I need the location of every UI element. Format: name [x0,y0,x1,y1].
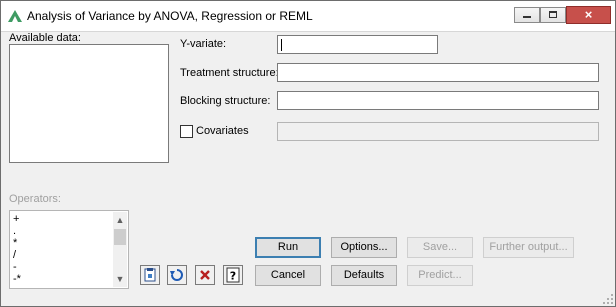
maximize-icon [549,11,557,18]
covariates-checkbox[interactable] [180,125,193,138]
scroll-down-icon[interactable]: ▼ [113,272,127,286]
help-icon: ? [226,267,240,283]
y-variate-label: Y-variate: [180,38,227,50]
svg-text:?: ? [230,270,236,283]
y-variate-input[interactable] [277,35,438,54]
undo-icon [170,269,183,281]
operator-item[interactable]: * [13,237,17,249]
treatment-structure-label: Treatment structure: [180,67,279,79]
covariates-input [277,122,599,141]
run-button[interactable]: Run [255,237,321,258]
blocking-structure-input[interactable] [277,91,599,110]
title-bar: Analysis of Variance by ANOVA, Regressio… [1,1,615,32]
clipboard-icon [144,268,156,282]
minimize-icon [523,16,531,18]
close-icon: × [584,7,593,22]
defaults-button[interactable]: Defaults [331,265,397,286]
maximize-button[interactable] [540,7,566,23]
operators-label: Operators: [9,193,61,205]
operators-scrollbar[interactable]: ▲ ▼ [113,212,127,287]
operators-list[interactable]: + . * / - -* ▲ ▼ [9,210,129,289]
clear-icon [200,270,210,280]
covariates-label[interactable]: Covariates [196,125,249,137]
available-data-list[interactable] [9,44,169,163]
save-button: Save... [407,237,473,258]
clear-button[interactable] [195,265,215,285]
operator-item[interactable]: + [13,213,19,225]
blocking-structure-label: Blocking structure: [180,95,271,107]
operator-item[interactable]: - [13,261,17,273]
options-button[interactable]: Options... [331,237,397,258]
predict-button: Predict... [407,265,473,286]
help-button[interactable]: ? [223,265,243,285]
text-caret [281,39,282,51]
scroll-thumb[interactable] [114,229,126,245]
further-output-button: Further output... [483,237,574,258]
copy-to-clipboard-button[interactable] [140,265,160,285]
operator-item[interactable]: -* [13,273,21,285]
resize-grip-icon[interactable] [602,293,614,305]
close-button[interactable]: × [566,6,611,24]
cancel-button[interactable]: Cancel [255,265,321,286]
scroll-up-icon[interactable]: ▲ [113,213,127,227]
minimize-button[interactable] [514,7,540,23]
app-icon [8,10,22,22]
available-data-label: Available data: [9,32,81,44]
operator-item[interactable]: . [13,225,16,237]
anova-dialog: Analysis of Variance by ANOVA, Regressio… [0,0,616,307]
undo-button[interactable] [167,265,187,285]
window-title: Analysis of Variance by ANOVA, Regressio… [27,9,313,23]
treatment-structure-input[interactable] [277,63,599,82]
operator-item[interactable]: / [13,249,16,261]
